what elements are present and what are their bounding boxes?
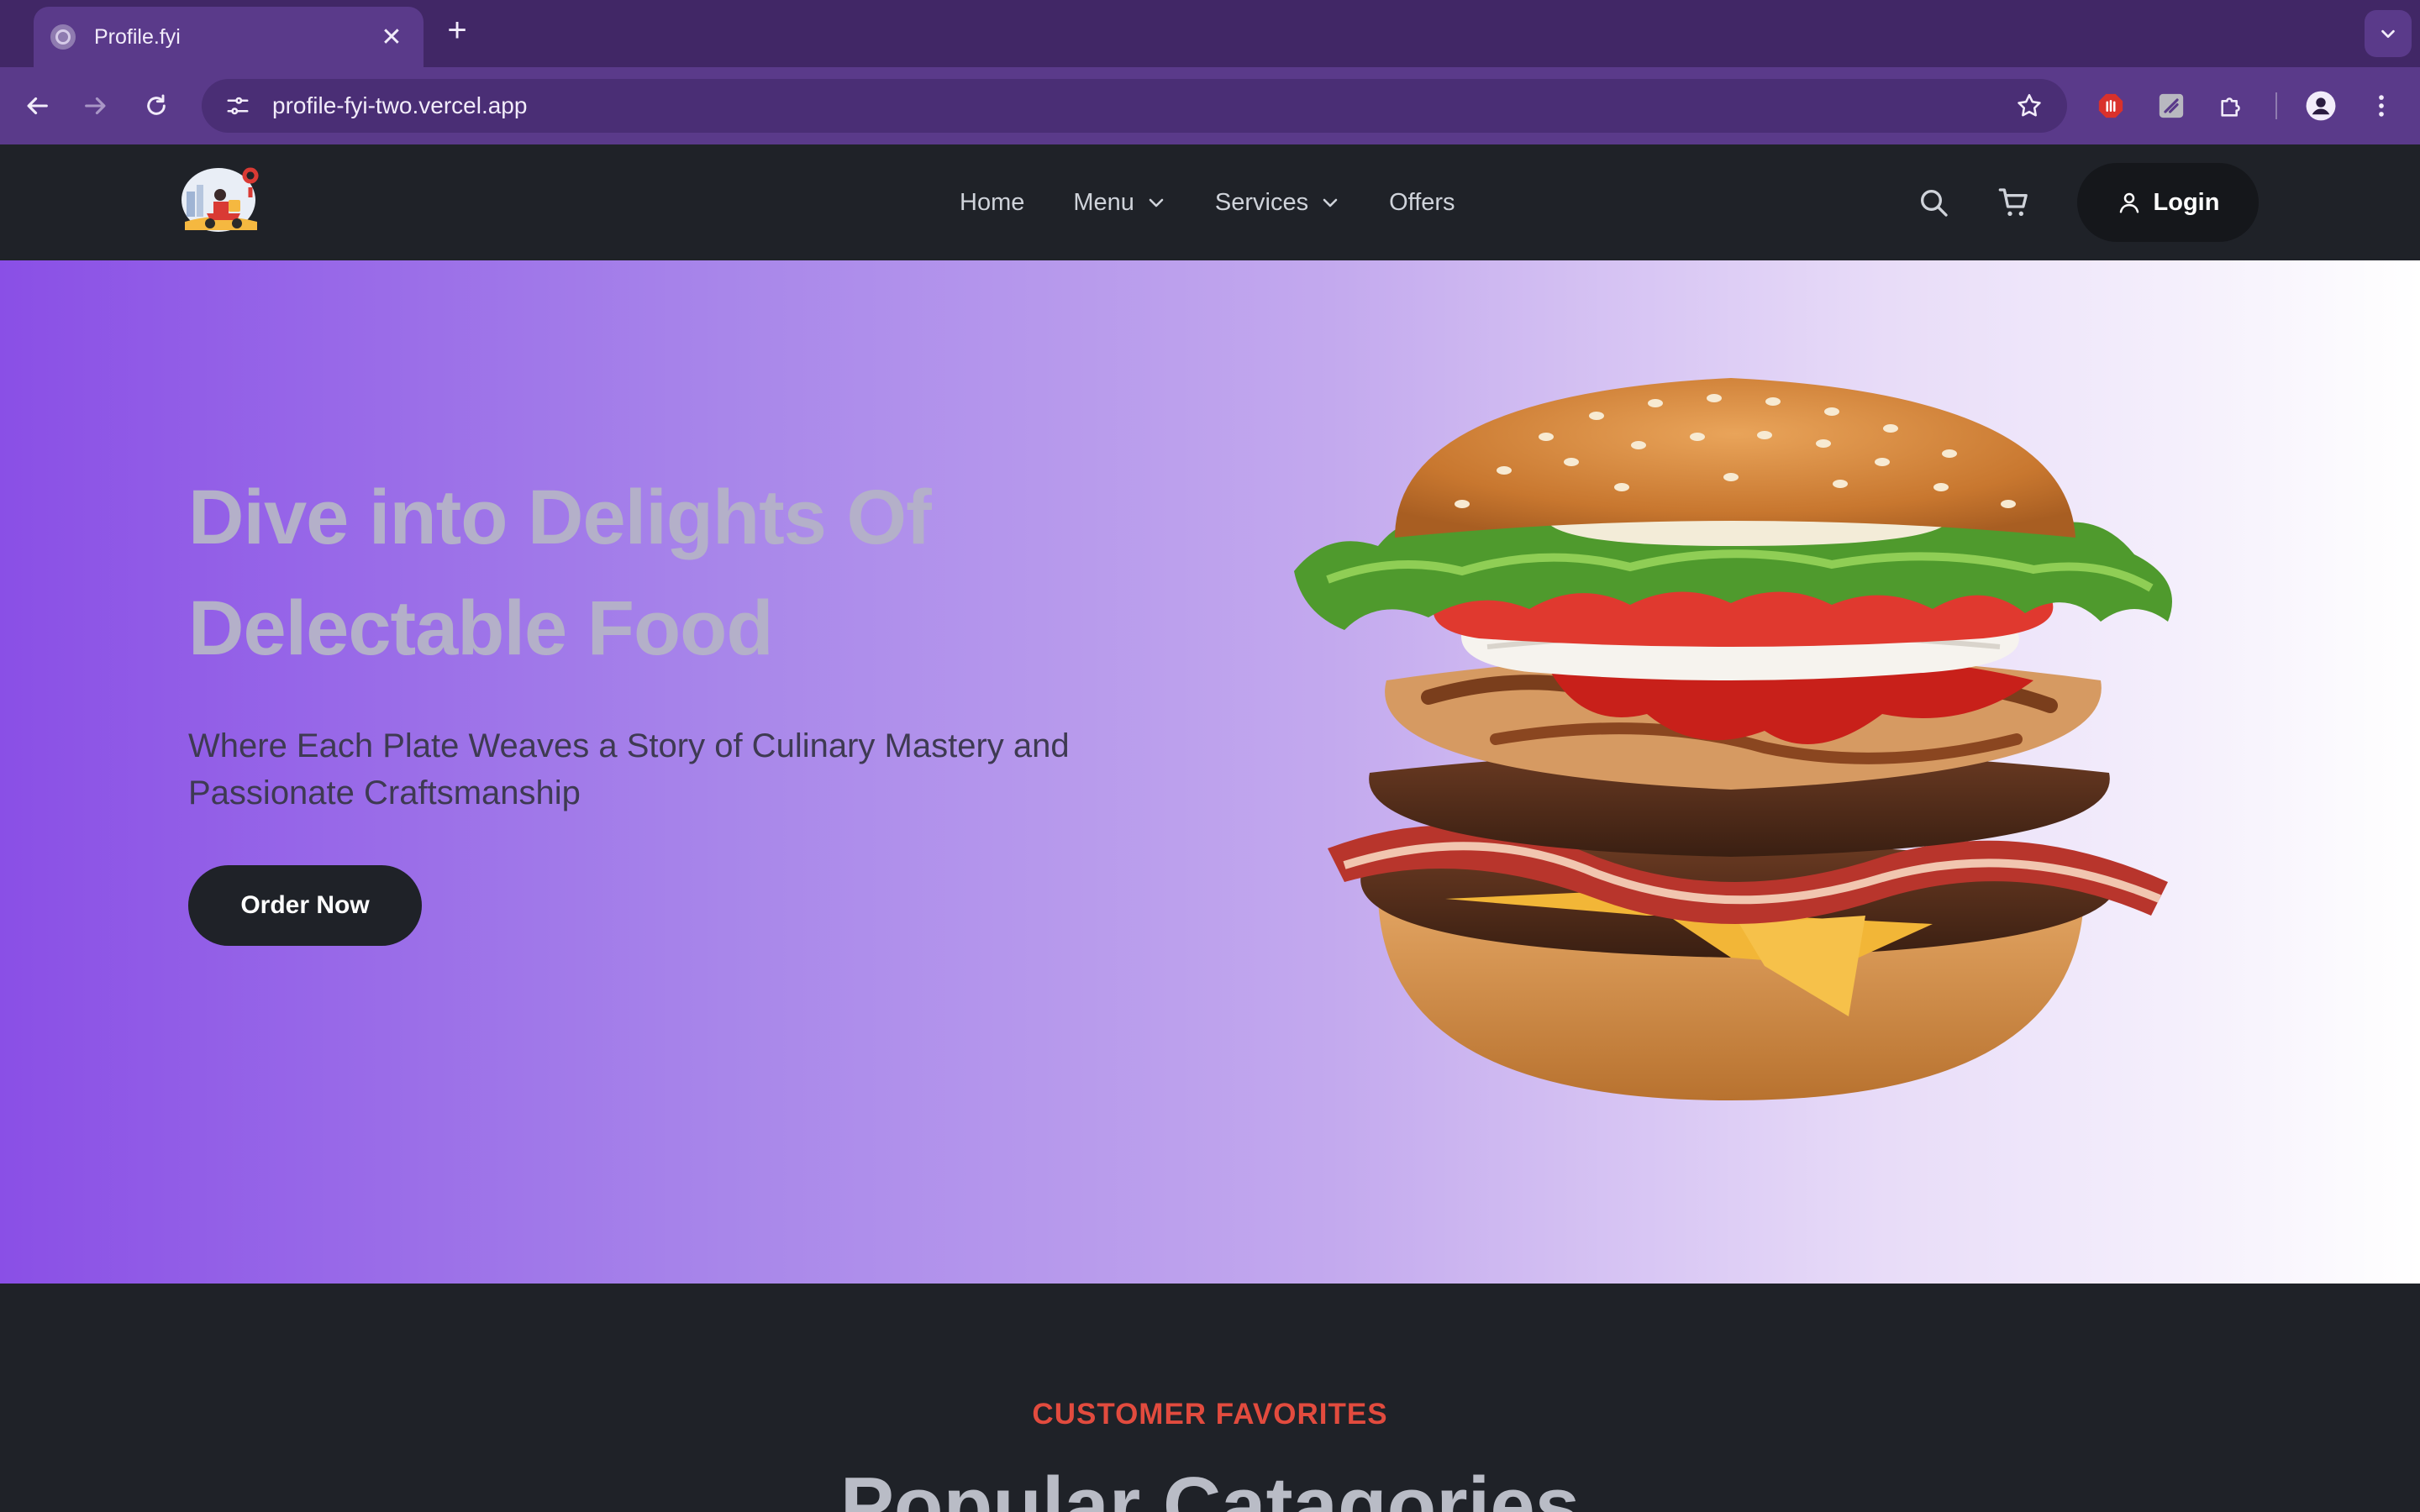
nav-link-menu[interactable]: Menu — [1073, 189, 1166, 217]
tab-search-button[interactable] — [2365, 10, 2412, 57]
extension-button[interactable] — [2153, 87, 2190, 124]
cart-icon — [1998, 188, 2028, 216]
back-button[interactable] — [18, 87, 55, 124]
nav-link-label: Services — [1214, 188, 1309, 216]
order-now-button[interactable]: Order Now — [188, 865, 422, 946]
login-label: Login — [2153, 188, 2220, 216]
star-icon[interactable] — [2015, 92, 2044, 120]
url-text: profile-fyi-two.vercel.app — [272, 92, 528, 118]
hero-subtitle-line: Passionate Craftsmanship — [188, 774, 581, 811]
nav-link-home[interactable]: Home — [960, 189, 1024, 217]
section-label: CUSTOMER FAVORITES — [1032, 1398, 1388, 1431]
tune-icon[interactable] — [225, 93, 250, 118]
forward-button[interactable] — [77, 87, 114, 124]
user-icon — [2119, 192, 2139, 213]
arrow-left-icon — [27, 97, 48, 115]
browser-menu-button[interactable] — [2363, 87, 2400, 124]
hero-subtitle: Where Each Plate Weaves a Story of Culin… — [188, 722, 1197, 816]
login-button[interactable]: Login — [2077, 163, 2259, 242]
puzzle-icon — [2221, 97, 2240, 117]
cart-button[interactable] — [1995, 183, 2033, 222]
hero-section: Dive into Delights Of Delectable Food Wh… — [0, 260, 2420, 1284]
profile-button[interactable] — [2302, 87, 2339, 124]
nav-link-offers[interactable]: Offers — [1389, 189, 1455, 217]
nav-link-label: Menu — [1073, 188, 1134, 216]
globe-icon — [50, 24, 76, 50]
browser-tab[interactable]: Profile.fyi ✕ — [34, 7, 424, 67]
toolbar-divider — [2275, 92, 2277, 119]
account-icon — [2306, 91, 2336, 121]
search-button[interactable] — [1914, 183, 1953, 222]
extensions-menu-button[interactable] — [2213, 87, 2250, 124]
hero-title-line: Dive into Delights Of — [188, 475, 932, 560]
hero-subtitle-line: Where Each Plate Weaves a Story of Culin… — [188, 727, 1070, 764]
browser-tab-bar: Profile.fyi ✕ + — [0, 0, 2420, 67]
chevron-down-icon — [1323, 198, 1338, 207]
reload-button[interactable] — [138, 87, 175, 124]
hero-title: Dive into Delights Of Delectable Food — [188, 462, 1197, 684]
arrow-right-icon — [85, 97, 106, 115]
hero-title-line: Delectable Food — [188, 585, 774, 671]
search-icon — [1921, 190, 1948, 217]
close-tab-icon[interactable]: ✕ — [376, 23, 407, 52]
site-navbar: Home Menu Services Offers Login — [0, 144, 2420, 260]
browser-toolbar: profile-fyi-two.vercel.app — [0, 67, 2420, 144]
nav-links: Home Menu Services Offers — [960, 144, 1504, 260]
burger-image — [1294, 378, 2172, 1100]
nav-link-services[interactable]: Services — [1215, 189, 1340, 217]
new-tab-button[interactable]: + — [440, 13, 474, 47]
site-logo[interactable] — [176, 163, 266, 240]
nav-link-label: Offers — [1389, 188, 1455, 216]
tab-title: Profile.fyi — [94, 24, 181, 49]
kebab-menu-icon — [2379, 95, 2384, 117]
extension-adblock-button[interactable] — [2092, 87, 2129, 124]
reload-icon — [147, 94, 166, 115]
extension-app-icon — [2159, 93, 2184, 118]
chevron-down-icon — [2381, 29, 2395, 39]
nav-link-label: Home — [960, 188, 1025, 216]
section-title: Popular Catagories — [839, 1461, 1581, 1512]
stop-hand-icon — [2098, 93, 2123, 118]
customer-favorites-section: CUSTOMER FAVORITES Popular Catagories — [0, 1284, 2420, 1512]
delivery-scooter-logo-icon — [182, 167, 259, 232]
chevron-down-icon — [1149, 198, 1164, 207]
address-bar[interactable]: profile-fyi-two.vercel.app — [202, 79, 2067, 133]
